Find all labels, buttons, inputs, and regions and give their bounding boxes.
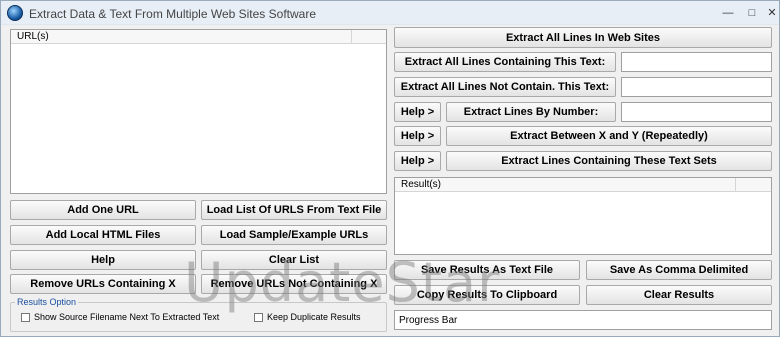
column-divider bbox=[735, 178, 736, 192]
copy-to-clipboard-button[interactable]: Copy Results To Clipboard bbox=[394, 285, 580, 305]
url-list-header: URL(s) bbox=[11, 30, 386, 44]
clear-list-button[interactable]: Clear List bbox=[201, 250, 387, 270]
checkbox-square bbox=[254, 312, 263, 322]
add-local-html-button[interactable]: Add Local HTML Files bbox=[10, 225, 196, 245]
checkbox-square bbox=[21, 312, 30, 322]
results-column-header: Result(s) bbox=[401, 179, 442, 190]
extract-between-button[interactable]: Extract Between X and Y (Repeatedly) bbox=[446, 126, 772, 146]
help-button[interactable]: Help bbox=[10, 250, 196, 270]
load-sample-urls-button[interactable]: Load Sample/Example URLs bbox=[201, 225, 387, 245]
save-comma-delimited-button[interactable]: Save As Comma Delimited bbox=[586, 260, 772, 280]
title-bar: Extract Data & Text From Multiple Web Si… bbox=[1, 1, 779, 25]
results-list[interactable]: Result(s) bbox=[394, 177, 772, 255]
column-divider bbox=[351, 30, 352, 44]
containing-text-field[interactable] bbox=[621, 52, 772, 72]
app-globe-icon bbox=[7, 5, 23, 21]
app-window: Extract Data & Text From Multiple Web Si… bbox=[0, 0, 780, 337]
not-containing-text-field[interactable] bbox=[621, 77, 772, 97]
extract-not-containing-button[interactable]: Extract All Lines Not Contain. This Text… bbox=[394, 77, 616, 97]
show-source-label: Show Source Filename Next To Extracted T… bbox=[34, 312, 220, 322]
close-icon[interactable]: ✕ bbox=[761, 5, 780, 21]
help-lines-by-number-button[interactable]: Help > bbox=[394, 102, 441, 122]
progress-bar-label: Progress Bar bbox=[399, 314, 458, 326]
keep-duplicates-label: Keep Duplicate Results bbox=[267, 312, 361, 322]
load-list-urls-button[interactable]: Load List Of URLS From Text File bbox=[201, 200, 387, 220]
extract-all-lines-button[interactable]: Extract All Lines In Web Sites bbox=[394, 27, 772, 48]
remove-urls-not-containing-button[interactable]: Remove URLs Not Containing X bbox=[201, 274, 387, 294]
clear-results-button[interactable]: Clear Results bbox=[586, 285, 772, 305]
help-between-button[interactable]: Help > bbox=[394, 126, 441, 146]
save-text-file-button[interactable]: Save Results As Text File bbox=[394, 260, 580, 280]
results-list-header: Result(s) bbox=[395, 178, 771, 192]
url-list[interactable]: URL(s) bbox=[10, 29, 387, 194]
maximize-icon[interactable]: □ bbox=[741, 5, 763, 21]
line-number-field[interactable] bbox=[621, 102, 772, 122]
extract-lines-by-number-button[interactable]: Extract Lines By Number: bbox=[446, 102, 616, 122]
progress-bar: Progress Bar bbox=[394, 310, 772, 330]
extract-text-sets-button[interactable]: Extract Lines Containing These Text Sets bbox=[446, 151, 772, 171]
help-text-sets-button[interactable]: Help > bbox=[394, 151, 441, 171]
remove-urls-containing-button[interactable]: Remove URLs Containing X bbox=[10, 274, 196, 294]
add-one-url-button[interactable]: Add One URL bbox=[10, 200, 196, 220]
window-title: Extract Data & Text From Multiple Web Si… bbox=[29, 7, 316, 21]
url-column-header: URL(s) bbox=[17, 31, 49, 42]
results-option-legend: Results Option bbox=[15, 297, 79, 307]
minimize-icon[interactable]: — bbox=[717, 5, 739, 21]
extract-containing-button[interactable]: Extract All Lines Containing This Text: bbox=[394, 52, 616, 72]
show-source-checkbox[interactable]: Show Source Filename Next To Extracted T… bbox=[21, 312, 219, 322]
keep-duplicates-checkbox[interactable]: Keep Duplicate Results bbox=[254, 312, 361, 322]
